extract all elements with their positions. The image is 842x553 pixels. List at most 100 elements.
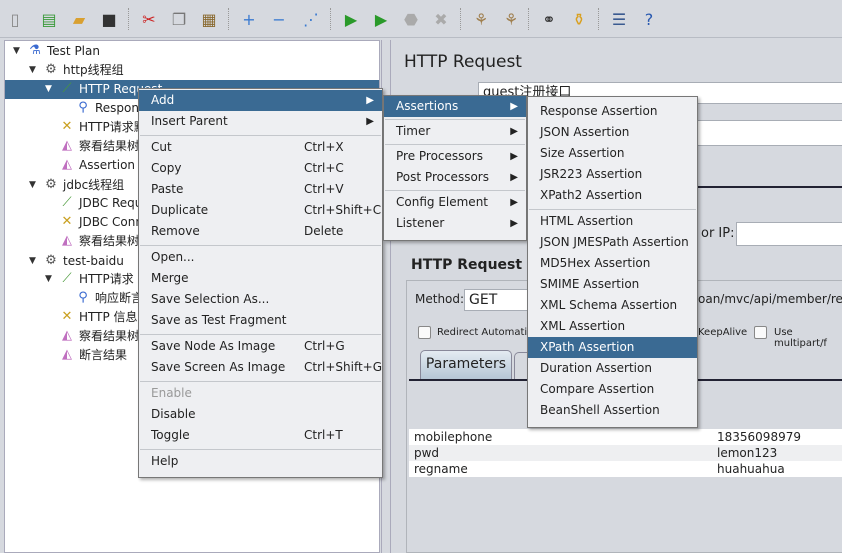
- reset-search-broom-button[interactable]: ⚱: [568, 8, 590, 30]
- menu-item-add[interactable]: Add ▶: [139, 90, 382, 111]
- expand-button[interactable]: +: [238, 8, 260, 30]
- server-field[interactable]: [736, 222, 842, 246]
- collapse-button[interactable]: −: [268, 8, 290, 30]
- tab-parameters[interactable]: Parameters: [420, 350, 512, 379]
- toolbar: ▯ ▤ ▰ ■ ✂ ❐ ▦ + − ⋰ ▶ ▶ ⬣ ✖ ⚘ ⚘ ⚭ ⚱ ☰?: [0, 0, 842, 38]
- parameter-value: lemon123: [717, 446, 778, 460]
- expand-arrow-icon[interactable]: ▼: [29, 176, 36, 195]
- function-helper-button[interactable]: ☰: [608, 8, 630, 30]
- menu-item-xml-schema-assertion[interactable]: XML Schema Assertion: [528, 295, 697, 316]
- menu-separator: [140, 134, 381, 136]
- cut-button[interactable]: ✂: [138, 8, 160, 30]
- menu-item-json-jmespath-assertion[interactable]: JSON JMESPath Assertion: [528, 232, 697, 253]
- parameter-row[interactable]: mobilephone 18356098979: [409, 429, 842, 445]
- clear-button[interactable]: ⚘: [470, 8, 492, 30]
- parameter-row[interactable]: pwd lemon123: [409, 445, 842, 461]
- assertion-magnifier-icon: ⚲: [78, 100, 88, 115]
- clear-all-button[interactable]: ⚘: [500, 8, 522, 30]
- menu-item-html-assertion[interactable]: HTML Assertion: [528, 211, 697, 232]
- menu-item-smime-assertion[interactable]: SMIME Assertion: [528, 274, 697, 295]
- open-folder-button[interactable]: ▰: [68, 8, 90, 30]
- menu-item-post-processors[interactable]: Post Processors ▶: [384, 167, 526, 188]
- menu-item-open[interactable]: Open...: [139, 247, 382, 268]
- collapse-icon: −: [272, 9, 286, 29]
- expand-arrow-icon[interactable]: ▼: [13, 42, 20, 61]
- menu-item-save-node-as-image[interactable]: Save Node As Image Ctrl+G: [139, 336, 382, 357]
- menu-item-insert-parent[interactable]: Insert Parent ▶: [139, 111, 382, 132]
- menu-item-save-selection-as[interactable]: Save Selection As...: [139, 289, 382, 310]
- multipart-checkbox[interactable]: [754, 326, 767, 339]
- menu-item-xpath2-assertion[interactable]: XPath2 Assertion: [528, 185, 697, 206]
- context-menu: Add ▶ Insert Parent ▶ Cut Ctrl+X Copy Ctrl+C Pas…: [138, 88, 383, 478]
- expand-arrow-icon[interactable]: ▼: [45, 270, 52, 289]
- menu-item-label: XML Assertion: [540, 319, 626, 333]
- menu-item-listener[interactable]: Listener ▶: [384, 213, 526, 234]
- parameter-name: mobilephone: [414, 430, 493, 444]
- menu-item-pre-processors[interactable]: Pre Processors ▶: [384, 146, 526, 167]
- menu-item-label: Config Element: [396, 195, 488, 209]
- menu-item-label: Insert Parent: [151, 114, 228, 128]
- menu-item-config-element[interactable]: Config Element ▶: [384, 192, 526, 213]
- menu-item-label: Save as Test Fragment: [151, 313, 287, 327]
- help-button[interactable]: ?: [638, 8, 660, 30]
- menu-item-xpath-assertion[interactable]: XPath Assertion: [528, 337, 697, 358]
- start-no-pause-button[interactable]: ▶: [370, 8, 392, 30]
- menu-item-duration-assertion[interactable]: Duration Assertion: [528, 358, 697, 379]
- paste-button[interactable]: ▦: [198, 8, 220, 30]
- menu-item-timer[interactable]: Timer ▶: [384, 121, 526, 142]
- save-button[interactable]: ■: [98, 8, 120, 30]
- tree-node-label: HTTP请求: [79, 272, 134, 286]
- menu-item-compare-assertion[interactable]: Compare Assertion: [528, 379, 697, 400]
- menu-item-response-assertion[interactable]: Response Assertion: [528, 101, 697, 122]
- menu-item-label: Response Assertion: [540, 104, 658, 118]
- menu-item-md5hex-assertion[interactable]: MD5Hex Assertion: [528, 253, 697, 274]
- redirect-checkbox[interactable]: [418, 326, 431, 339]
- menu-item-cut[interactable]: Cut Ctrl+X: [139, 137, 382, 158]
- new-file-button[interactable]: ▯: [4, 8, 26, 30]
- start-icon: ▶: [344, 9, 358, 29]
- start-button[interactable]: ▶: [340, 8, 362, 30]
- menu-item-paste[interactable]: Paste Ctrl+V: [139, 179, 382, 200]
- stop-button[interactable]: ⬣: [400, 8, 422, 30]
- menu-item-save-as-test-fragment[interactable]: Save as Test Fragment: [139, 310, 382, 331]
- submenu-arrow-icon: ▶: [510, 126, 518, 137]
- tree-node[interactable]: ▼ ⚗ Test Plan: [13, 42, 379, 61]
- copy-button[interactable]: ❐: [168, 8, 190, 30]
- menu-item-copy[interactable]: Copy Ctrl+C: [139, 158, 382, 179]
- search-binoculars-button[interactable]: ⚭: [538, 8, 560, 30]
- menu-item-size-assertion[interactable]: Size Assertion: [528, 143, 697, 164]
- menu-item-disable[interactable]: Disable: [139, 404, 382, 425]
- menu-item-remove[interactable]: Remove Delete: [139, 221, 382, 242]
- path-field[interactable]: oan/mvc/api/member/regis: [698, 292, 842, 306]
- shutdown-button[interactable]: ✖: [430, 8, 452, 30]
- templates-button[interactable]: ▤: [38, 8, 60, 30]
- menu-item-merge[interactable]: Merge: [139, 268, 382, 289]
- expand-arrow-icon[interactable]: ▼: [29, 61, 36, 80]
- menu-item-xml-assertion[interactable]: XML Assertion: [528, 316, 697, 337]
- menu-item-shortcut: Ctrl+G: [304, 339, 345, 353]
- expand-arrow-icon[interactable]: ▼: [45, 80, 52, 99]
- tree-node[interactable]: ▼ ⚙ http线程组: [29, 61, 379, 80]
- menu-item-label: Post Processors: [396, 170, 489, 184]
- menu-item-assertions[interactable]: Assertions ▶: [384, 96, 526, 117]
- menu-item-duplicate[interactable]: Duplicate Ctrl+Shift+C: [139, 200, 382, 221]
- menu-item-jsr223-assertion[interactable]: JSR223 Assertion: [528, 164, 697, 185]
- menu-item-help[interactable]: Help: [139, 451, 382, 472]
- menu-item-save-screen-as-image[interactable]: Save Screen As Image Ctrl+Shift+G: [139, 357, 382, 378]
- menu-item-toggle[interactable]: Toggle Ctrl+T: [139, 425, 382, 446]
- menu-item-enable[interactable]: Enable: [139, 383, 382, 404]
- menu-item-json-assertion[interactable]: JSON Assertion: [528, 122, 697, 143]
- tree-node-label: Assertion R: [79, 158, 148, 172]
- menu-item-shortcut: Ctrl+Shift+G: [304, 360, 383, 374]
- submenu-arrow-icon: ▶: [510, 197, 518, 208]
- menu-item-label: XML Schema Assertion: [540, 298, 678, 312]
- panel-title: HTTP Request: [404, 52, 522, 72]
- menu-item-beanshell-assertion[interactable]: BeanShell Assertion: [528, 400, 697, 421]
- save-icon: ■: [101, 9, 117, 29]
- toggle-button[interactable]: ⋰: [300, 8, 322, 30]
- parameter-name: regname: [414, 462, 468, 476]
- parameter-row[interactable]: regname huahuahua: [409, 461, 842, 477]
- method-select[interactable]: GET: [464, 289, 534, 311]
- tree-node-label: jdbc线程组: [63, 178, 125, 192]
- expand-arrow-icon[interactable]: ▼: [29, 252, 36, 271]
